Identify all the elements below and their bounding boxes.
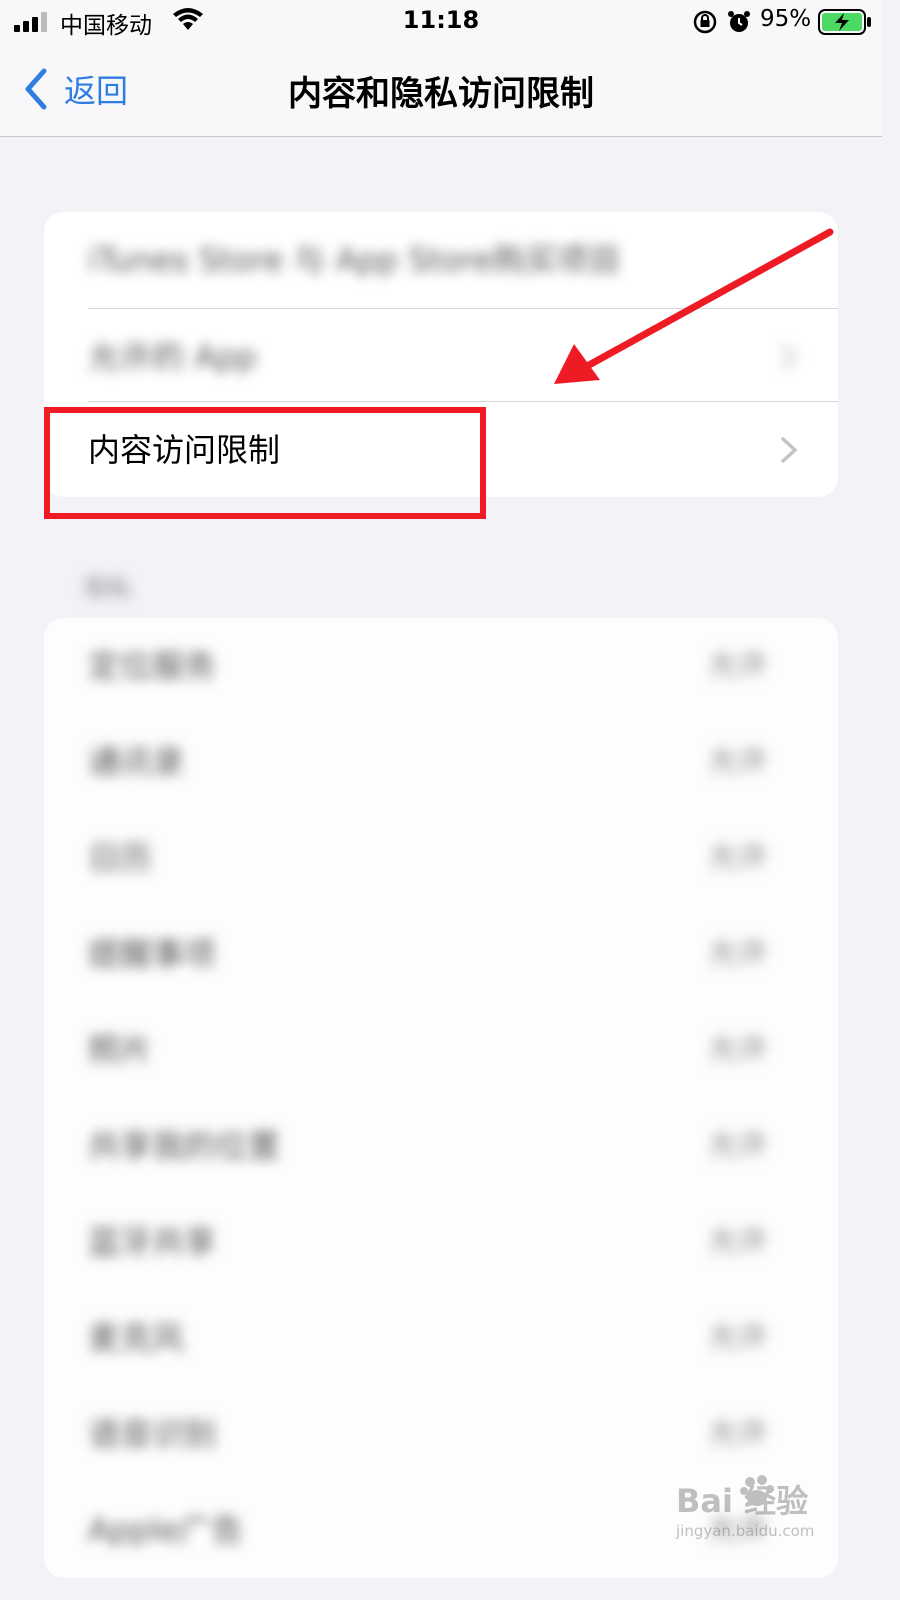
item-value: 允许	[708, 936, 768, 971]
item-label: 蓝牙共享	[88, 1223, 217, 1261]
item-label: 语音识别	[88, 1415, 217, 1453]
section-header: 隐私	[84, 574, 132, 602]
arrow-annotation-icon	[554, 228, 834, 384]
list-item[interactable]: 麦克风 允许	[44, 1290, 838, 1386]
alarm-icon	[728, 11, 750, 32]
item-label: Apple广告	[88, 1511, 244, 1549]
item-label: 麦克风	[88, 1319, 185, 1357]
back-label: 返回	[64, 72, 129, 110]
item-value: 允许	[708, 1128, 768, 1163]
chevron-right-icon	[781, 437, 798, 463]
navigation-bar: 返回 内容和隐私访问限制	[0, 44, 882, 137]
item-value: 允许	[708, 840, 768, 875]
back-button[interactable]: 返回	[22, 64, 162, 114]
list-item[interactable]: 共享我的位置 允许	[44, 1098, 838, 1194]
page-title: 内容和隐私访问限制	[288, 74, 594, 114]
list-item[interactable]: 日历 允许	[44, 810, 838, 906]
item-label: 定位服务	[88, 647, 217, 685]
highlight-box	[44, 407, 486, 519]
item-label: 提醒事项	[88, 935, 217, 973]
list-item[interactable]: 蓝牙共享 允许	[44, 1194, 838, 1290]
rotation-lock-icon	[693, 10, 717, 34]
item-label: 允许的 App	[88, 338, 257, 376]
list-item[interactable]: 通讯录 允许	[44, 714, 838, 810]
privacy-group: 定位服务 允许 通讯录 允许 日历 允许 提醒事项 允许 照片 允许 共享我的位…	[44, 618, 838, 1578]
list-item[interactable]: 照片 允许	[44, 1002, 838, 1098]
status-bar: 中国移动 11:18 95%	[0, 0, 882, 44]
list-item[interactable]: 定位服务 允许	[44, 618, 838, 714]
item-label: 照片	[88, 1031, 153, 1069]
list-item[interactable]: 提醒事项 允许	[44, 906, 838, 1002]
item-value: 允许	[708, 1416, 768, 1451]
item-value: 允许	[708, 1320, 768, 1355]
item-label: 共享我的位置	[88, 1127, 281, 1165]
item-value: 允许	[708, 648, 768, 683]
chevron-left-icon	[25, 68, 47, 110]
item-label: 通讯录	[88, 743, 185, 781]
list-item[interactable]: 语音识别 允许	[44, 1386, 838, 1482]
item-value: 允许	[708, 1032, 768, 1067]
battery-charging-icon	[818, 9, 871, 35]
watermark-url: jingyan.baidu.com	[676, 1522, 815, 1540]
item-label: 日历	[88, 839, 153, 877]
watermark: Bai 经验 jingyan.baidu.com	[676, 1472, 876, 1552]
item-value: 允许	[708, 1224, 768, 1259]
item-value: 允许	[708, 744, 768, 779]
paw-icon	[740, 1475, 774, 1506]
battery-percent: 95%	[760, 6, 812, 32]
